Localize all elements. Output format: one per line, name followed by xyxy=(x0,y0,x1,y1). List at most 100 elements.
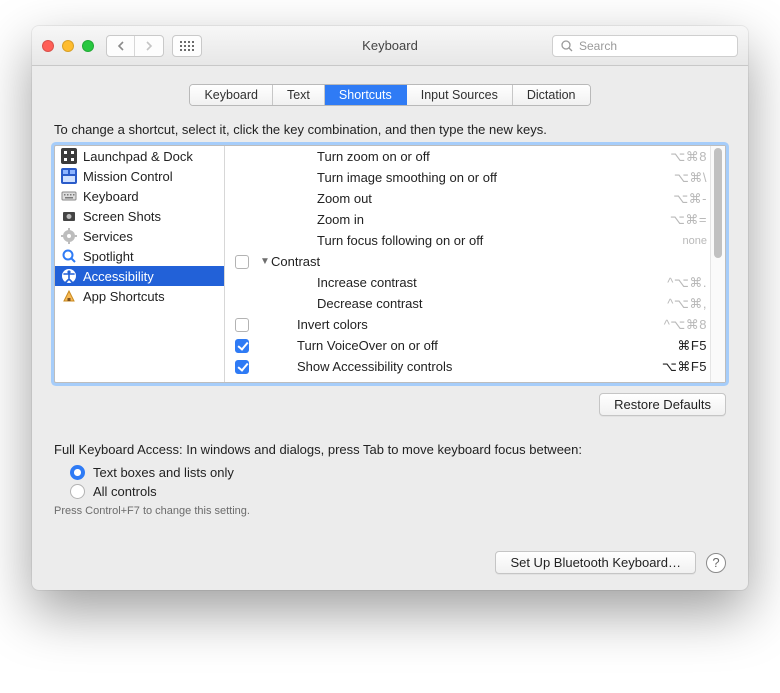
shortcut-row[interactable]: Decrease contrast ^⌥⌘, xyxy=(225,293,725,314)
shortcut-keys: ^⌥⌘8 xyxy=(664,317,707,333)
category-label: Launchpad & Dock xyxy=(83,149,193,164)
category-list[interactable]: Launchpad & Dock Mission Control Keyboard S… xyxy=(55,146,225,382)
shortcut-row[interactable]: Zoom out ⌥⌘- xyxy=(225,188,725,209)
shortcut-label: Contrast xyxy=(271,254,699,269)
bluetooth-keyboard-button[interactable]: Set Up Bluetooth Keyboard… xyxy=(495,551,696,574)
disclosure-triangle-icon[interactable]: ▼ xyxy=(259,256,271,267)
launchpad-icon xyxy=(61,148,77,164)
mission-control-icon xyxy=(61,168,77,184)
shortcut-checkbox[interactable] xyxy=(235,318,249,332)
shortcut-row[interactable]: Turn focus following on or off none xyxy=(225,230,725,251)
scrollbar[interactable] xyxy=(710,146,725,382)
search-container: Search xyxy=(552,35,738,57)
category-label: Mission Control xyxy=(83,169,173,184)
forward-button[interactable] xyxy=(135,36,163,56)
services-icon xyxy=(61,228,77,244)
shortcut-label: Increase contrast xyxy=(271,275,659,290)
shortcut-keys: ^⌥⌘. xyxy=(667,275,707,291)
keyboard-icon xyxy=(61,188,77,204)
shortcut-row[interactable]: Turn zoom on or off ⌥⌘8 xyxy=(225,146,725,167)
category-label: Keyboard xyxy=(83,189,139,204)
shortcut-row[interactable]: Increase contrast ^⌥⌘. xyxy=(225,272,725,293)
shortcut-label: Zoom out xyxy=(271,191,665,206)
category-keyboard[interactable]: Keyboard xyxy=(55,186,224,206)
shortcut-row[interactable]: Turn image smoothing on or off ⌥⌘\ xyxy=(225,167,725,188)
category-accessibility[interactable]: Accessibility xyxy=(55,266,224,286)
shortcut-keys: ⌥⌘F5 xyxy=(662,359,707,375)
shortcut-row[interactable]: ▼Contrast xyxy=(225,251,725,272)
shortcut-label: Turn zoom on or off xyxy=(271,149,662,164)
shortcut-keys: ⌥⌘= xyxy=(670,212,707,228)
category-services[interactable]: Services xyxy=(55,226,224,246)
minimize-window-button[interactable] xyxy=(62,40,74,52)
shortcut-keys: ⌥⌘8 xyxy=(670,149,707,165)
close-window-button[interactable] xyxy=(42,40,54,52)
category-screen-shots[interactable]: Screen Shots xyxy=(55,206,224,226)
category-label: Screen Shots xyxy=(83,209,161,224)
fka-option-textboxes[interactable]: Text boxes and lists only xyxy=(70,465,726,480)
shortcut-label: Invert colors xyxy=(271,317,656,332)
window-body: KeyboardTextShortcutsInput SourcesDictat… xyxy=(32,66,748,590)
shortcut-row[interactable]: Zoom in ⌥⌘= xyxy=(225,209,725,230)
radio-icon xyxy=(70,484,85,499)
shortcut-keys: ⌘F5 xyxy=(677,338,707,354)
shortcut-list[interactable]: Turn zoom on or off ⌥⌘8 Turn image smoothi… xyxy=(225,146,725,382)
tab-keyboard[interactable]: Keyboard xyxy=(190,85,273,105)
fka-hint: Press Control+F7 to change this setting. xyxy=(54,505,726,517)
category-spotlight[interactable]: Spotlight xyxy=(55,246,224,266)
category-mission-control[interactable]: Mission Control xyxy=(55,166,224,186)
category-label: App Shortcuts xyxy=(83,289,165,304)
shortcut-keys: ^⌥⌘, xyxy=(667,296,707,312)
fka-description: Full Keyboard Access: In windows and dia… xyxy=(54,442,726,457)
shortcut-label: Turn focus following on or off xyxy=(271,233,675,248)
category-launchpad-dock[interactable]: Launchpad & Dock xyxy=(55,146,224,166)
back-button[interactable] xyxy=(107,36,135,56)
titlebar: Keyboard Search xyxy=(32,26,748,66)
tab-dictation[interactable]: Dictation xyxy=(513,85,590,105)
instruction-text: To change a shortcut, select it, click t… xyxy=(54,122,726,137)
tab-shortcuts[interactable]: Shortcuts xyxy=(325,85,407,105)
category-label: Accessibility xyxy=(83,269,154,284)
shortcut-label: Decrease contrast xyxy=(271,296,659,311)
footer: Set Up Bluetooth Keyboard… ? xyxy=(54,551,726,574)
tab-bar: KeyboardTextShortcutsInput SourcesDictat… xyxy=(54,84,726,106)
zoom-window-button[interactable] xyxy=(82,40,94,52)
shortcut-keys: ⌥⌘- xyxy=(673,191,707,207)
shortcut-row[interactable]: Show Accessibility controls ⌥⌘F5 xyxy=(225,356,725,377)
shortcut-keys: none xyxy=(683,235,707,247)
restore-defaults-button[interactable]: Restore Defaults xyxy=(599,393,726,416)
shortcut-label: Zoom in xyxy=(271,212,662,227)
shortcut-label: Turn VoiceOver on or off xyxy=(271,338,669,353)
category-label: Spotlight xyxy=(83,249,134,264)
scroll-thumb[interactable] xyxy=(714,148,722,258)
search-icon xyxy=(561,40,573,52)
category-label: Services xyxy=(83,229,133,244)
app-shortcuts-icon xyxy=(61,288,77,304)
help-button[interactable]: ? xyxy=(706,553,726,573)
shortcut-checkbox[interactable] xyxy=(235,255,249,269)
show-all-button[interactable] xyxy=(172,35,202,57)
nav-buttons xyxy=(106,35,202,57)
radio-icon xyxy=(70,465,85,480)
screenshot-icon xyxy=(61,208,77,224)
full-keyboard-access-section: Full Keyboard Access: In windows and dia… xyxy=(54,442,726,517)
spotlight-icon xyxy=(61,248,77,264)
category-app-shortcuts[interactable]: App Shortcuts xyxy=(55,286,224,306)
shortcut-row[interactable]: Invert colors ^⌥⌘8 xyxy=(225,314,725,335)
fka-option-label: All controls xyxy=(93,484,157,499)
tab-input-sources[interactable]: Input Sources xyxy=(407,85,513,105)
shortcut-label: Show Accessibility controls xyxy=(271,359,654,374)
shortcuts-panel: Launchpad & Dock Mission Control Keyboard S… xyxy=(54,145,726,383)
shortcut-checkbox[interactable] xyxy=(235,339,249,353)
accessibility-icon xyxy=(61,268,77,284)
shortcut-label: Turn image smoothing on or off xyxy=(271,170,666,185)
shortcut-checkbox[interactable] xyxy=(235,360,249,374)
shortcut-keys: ⌥⌘\ xyxy=(674,170,707,186)
shortcut-row[interactable]: Turn VoiceOver on or off ⌘F5 xyxy=(225,335,725,356)
search-input[interactable]: Search xyxy=(552,35,738,57)
tab-text[interactable]: Text xyxy=(273,85,325,105)
search-placeholder: Search xyxy=(579,39,617,53)
preferences-window: Keyboard Search KeyboardTextShortcutsInp… xyxy=(32,26,748,590)
fka-option-all-controls[interactable]: All controls xyxy=(70,484,726,499)
fka-option-label: Text boxes and lists only xyxy=(93,465,234,480)
